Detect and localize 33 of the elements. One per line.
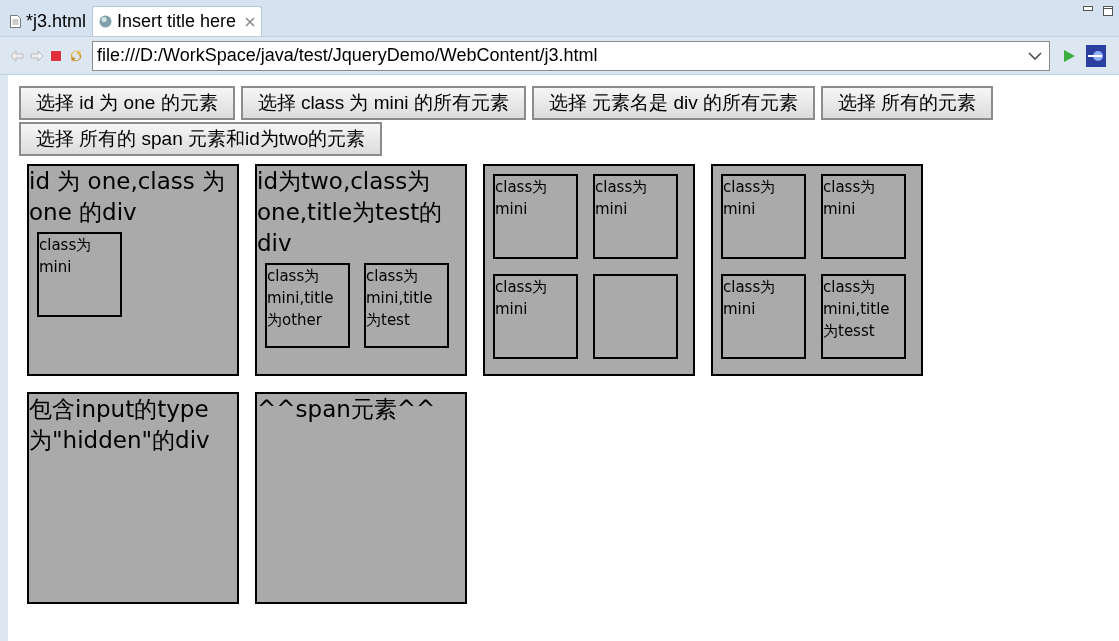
action-button[interactable]: 选择 元素名是 div 的所有元素	[531, 86, 815, 120]
action-button[interactable]: 选择 所有的元素	[821, 86, 994, 120]
box-title: id为two,class为one,title为test的div	[257, 167, 444, 258]
go-icon[interactable]	[1062, 48, 1076, 63]
globe-icon	[99, 15, 113, 28]
mini-label: class为mini	[39, 235, 93, 278]
action-button[interactable]: 选择 所有的 span 元素和id为two的元素	[19, 122, 383, 156]
mini-label: class为mini	[723, 177, 777, 220]
dropdown-icon[interactable]	[1028, 51, 1042, 60]
address-field[interactable]: file:///D:/WorkSpace/java/test/JqueryDemo/WebContent/j3.html	[92, 40, 1050, 71]
minimize-icon[interactable]	[1083, 6, 1093, 12]
maximize-icon[interactable]	[1103, 6, 1113, 16]
mini-label: class为mini,title为other	[267, 266, 335, 331]
mini-label: class为mini	[823, 177, 877, 220]
mini-label: class为mini,title为tesst	[823, 277, 891, 342]
action-button[interactable]: 选择 id 为 one 的元素	[19, 86, 235, 120]
box-title: ^^span元素^^	[257, 395, 437, 424]
mini-label: class为mini	[495, 277, 549, 320]
close-icon[interactable]	[245, 16, 256, 27]
box-title: 包含input的type为"hidden"的div	[29, 395, 211, 455]
mini-label: class为mini	[723, 277, 777, 320]
stop-icon[interactable]	[50, 49, 62, 62]
editor-tab[interactable]: Insert title here	[92, 6, 263, 36]
tab-label: Insert title here	[117, 10, 237, 33]
document-icon	[10, 14, 21, 28]
app-icon[interactable]	[1086, 44, 1106, 67]
tab-label: *j3.html	[26, 9, 87, 33]
mini-label: class为mini,title为test	[366, 266, 434, 331]
editor-tab[interactable]: *j3.html	[4, 6, 93, 36]
action-button[interactable]: 选择 class 为 mini 的所有元素	[240, 86, 526, 120]
box-title: id 为 one,class 为 one 的div	[29, 167, 227, 227]
mini-label: class为mini	[495, 177, 549, 220]
mini-label: class为mini	[595, 177, 649, 220]
